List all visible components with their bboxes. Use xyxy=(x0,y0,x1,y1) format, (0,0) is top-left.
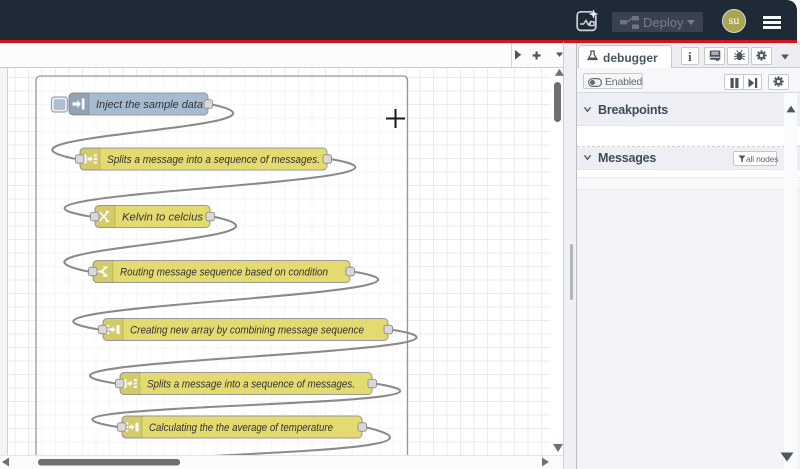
svg-text:Kelvin to celcius: Kelvin to celcius xyxy=(122,211,204,223)
svg-text:Splits a message into a sequen: Splits a message into a sequence of mess… xyxy=(107,154,320,166)
svg-text:Creating new array by combinin: Creating new array by combining message … xyxy=(130,324,364,336)
svg-text:Splits a message into a sequen: Splits a message into a sequence of mess… xyxy=(147,378,355,390)
svg-text:Calculating the the average of: Calculating the the average of temperatu… xyxy=(149,422,333,434)
svg-text:Routing message sequence based: Routing message sequence based on condit… xyxy=(120,266,328,278)
svg-text:Inject the sample data: Inject the sample data xyxy=(96,99,203,111)
